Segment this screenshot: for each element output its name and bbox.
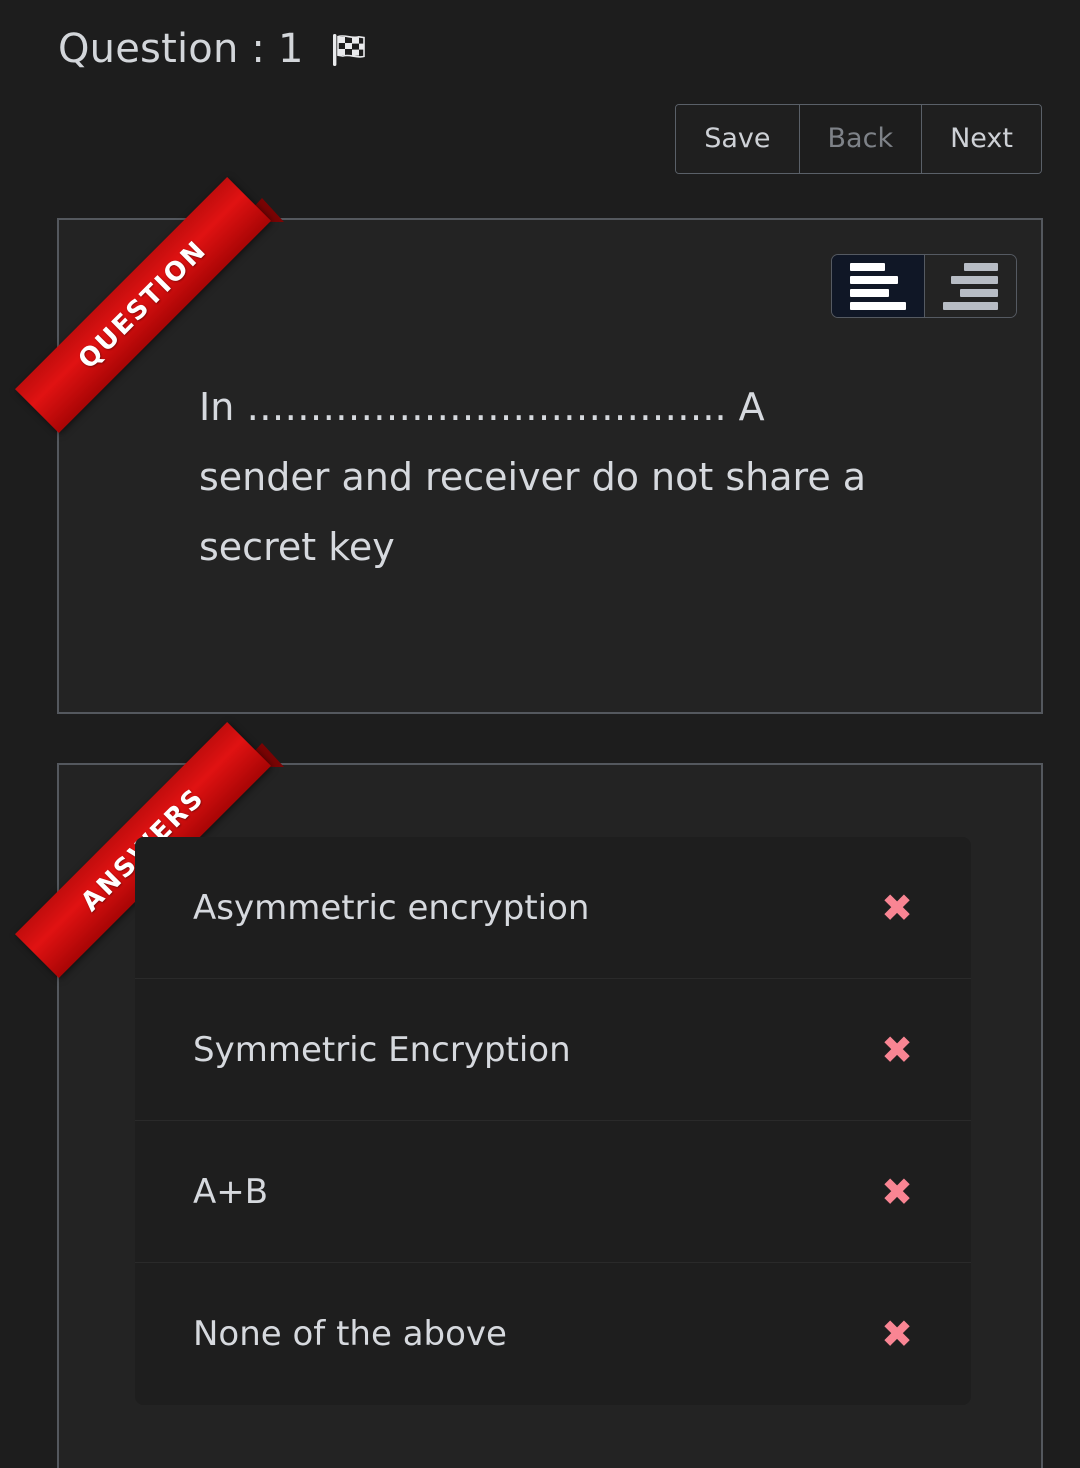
align-left-bar-2 — [850, 275, 899, 284]
align-right-button[interactable] — [924, 255, 1016, 317]
align-left-button[interactable] — [832, 255, 924, 317]
save-button[interactable]: Save — [676, 105, 800, 173]
align-right-bar-3 — [959, 288, 998, 297]
ribbon-fold-top-icon — [240, 743, 284, 767]
align-left-bar-4 — [850, 301, 906, 310]
answer-label: Symmetric Encryption — [193, 1029, 571, 1070]
page-header: Question : 1 Save Back Next — [0, 0, 1080, 190]
back-button[interactable]: Back — [799, 105, 923, 173]
answers-panel: ANSWERS Asymmetric encryption ✖ Symmetri… — [15, 722, 1043, 1468]
answer-label: None of the above — [193, 1314, 507, 1354]
align-right-bar-2 — [950, 275, 998, 284]
align-left-bar-1 — [850, 262, 885, 271]
incorrect-mark-icon[interactable]: ✖ — [881, 889, 913, 927]
answer-label: Asymmetric encryption — [193, 887, 590, 928]
navigation-buttons: Save Back Next — [675, 104, 1042, 174]
incorrect-mark-icon[interactable]: ✖ — [881, 1031, 913, 1069]
align-left-bar-3 — [850, 288, 890, 297]
answer-option-4[interactable]: None of the above ✖ — [135, 1263, 971, 1405]
ribbon-fold-bottom-icon — [43, 923, 87, 947]
page-title: Question : 1 — [58, 26, 304, 72]
answer-option-2[interactable]: Symmetric Encryption ✖ — [135, 979, 971, 1121]
align-right-bar-1 — [963, 262, 998, 271]
question-heading: Question : 1 — [58, 26, 368, 72]
incorrect-mark-icon[interactable]: ✖ — [881, 1173, 913, 1211]
incorrect-mark-icon[interactable]: ✖ — [881, 1315, 913, 1353]
ribbon-fold-top-icon — [240, 198, 284, 222]
answer-option-1[interactable]: Asymmetric encryption ✖ — [135, 837, 971, 979]
question-text: In ……………………………….. A sender and receiver … — [199, 385, 867, 569]
text-align-toggle-group — [831, 254, 1017, 318]
checkered-flag-icon — [330, 29, 368, 69]
answer-label: A+B — [193, 1171, 269, 1212]
ribbon-label: QUESTION — [72, 234, 214, 376]
answer-option-3[interactable]: A+B ✖ — [135, 1121, 971, 1263]
align-right-bar-4 — [943, 301, 998, 310]
question-panel: QUESTION In ……………………………….. A sender and … — [15, 177, 1043, 714]
next-button[interactable]: Next — [922, 105, 1041, 173]
answers-list: Asymmetric encryption ✖ Symmetric Encryp… — [135, 837, 971, 1405]
ribbon-fold-bottom-icon — [43, 378, 87, 402]
